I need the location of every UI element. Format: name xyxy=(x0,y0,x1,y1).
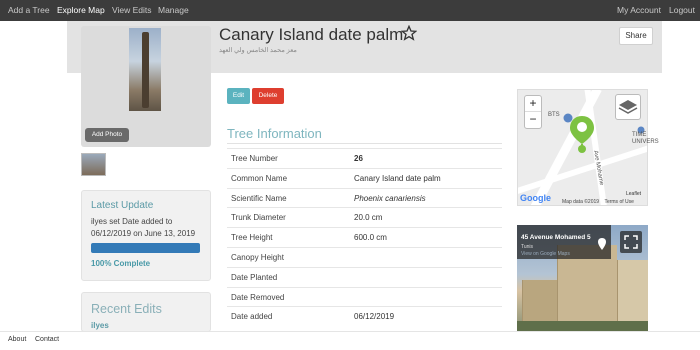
footer xyxy=(0,331,700,350)
row-value: Canary Island date palm xyxy=(354,173,441,183)
add-photo-button[interactable]: Add Photo xyxy=(85,128,129,142)
street-view-link[interactable]: View on Google Maps xyxy=(521,251,570,257)
row-value: 26 xyxy=(354,154,363,163)
row-label: Date added xyxy=(231,312,273,322)
leaflet-attribution[interactable]: Leaflet xyxy=(626,191,641,197)
map-zoom-control: + − xyxy=(524,95,542,129)
footer-contact-link[interactable]: Contact xyxy=(35,336,59,343)
row-label: Tree Number xyxy=(231,154,278,163)
row-label: Common Name xyxy=(231,173,288,183)
nav-view-edits[interactable]: View Edits xyxy=(112,0,152,21)
row-value: 06/12/2019 xyxy=(354,312,395,322)
table-row: Common Name Canary Island date palm xyxy=(227,167,502,188)
table-row: Scientific Name Phoenix canariensis xyxy=(227,187,502,208)
delete-button[interactable]: Delete xyxy=(252,88,284,104)
footer-about-link[interactable]: About xyxy=(8,336,26,343)
nav-explore-map[interactable]: Explore Map xyxy=(57,0,105,21)
zoom-in-button[interactable]: + xyxy=(525,96,541,112)
table-row: Date added 06/12/2019 xyxy=(227,306,502,326)
nav-manage[interactable]: Manage xyxy=(158,0,189,21)
table-row: Tree Height 600.0 cm xyxy=(227,227,502,247)
tree-info-title: Tree Information xyxy=(227,126,322,141)
nav-add-tree[interactable]: Add a Tree xyxy=(8,0,50,21)
page-title: Canary Island date palm xyxy=(219,25,404,44)
star-outline-icon[interactable] xyxy=(401,25,417,41)
layers-icon xyxy=(618,100,638,114)
row-value: Phoenix canariensis xyxy=(354,193,426,203)
table-row: Tree Number 26 xyxy=(227,148,502,168)
tree-photo-trunk xyxy=(142,32,149,108)
map-poi-time: TIME UNIVERS xyxy=(632,132,659,145)
row-label: Canopy Height xyxy=(231,253,284,262)
tree-location-marker-icon[interactable] xyxy=(568,114,596,154)
page-subtitle: معز محمد الخامس ولي العهد xyxy=(219,47,297,54)
map-attribution: Map data ©2019 Terms of Use xyxy=(562,199,634,205)
row-label: Date Removed xyxy=(231,292,285,302)
nav-my-account[interactable]: My Account xyxy=(617,0,661,21)
edit-button[interactable]: Edit xyxy=(227,88,250,104)
share-button[interactable]: Share xyxy=(619,27,653,45)
top-navbar: Add a Tree Explore Map View Edits Manage… xyxy=(0,0,700,21)
progress-fill xyxy=(91,243,200,253)
table-row: Trunk Diameter 20.0 cm xyxy=(227,207,502,227)
table-row: Canopy Height xyxy=(227,247,502,267)
row-label: Trunk Diameter xyxy=(231,213,286,223)
street-view-city: Tunis xyxy=(521,244,534,250)
location-pin-icon xyxy=(598,238,606,250)
photo-thumbnail[interactable] xyxy=(81,153,106,176)
latest-update-text: ilyes set Date added to 06/12/2019 on Ju… xyxy=(91,217,196,238)
map-layers-button[interactable] xyxy=(615,94,641,120)
table-row: Date Planted xyxy=(227,266,502,287)
row-value: 600.0 cm xyxy=(354,233,387,243)
table-row: Date Removed xyxy=(227,286,502,307)
latest-update-title: Latest Update xyxy=(91,200,154,211)
terms-link[interactable]: Terms of Use xyxy=(604,199,633,205)
zoom-out-button[interactable]: − xyxy=(525,112,541,128)
recent-edit-user[interactable]: ilyes xyxy=(91,321,109,330)
expand-icon xyxy=(624,235,638,249)
recent-edits-title: Recent Edits xyxy=(91,302,162,316)
google-logo: Google xyxy=(520,193,551,203)
progress-bar xyxy=(91,243,200,253)
row-label: Tree Height xyxy=(231,233,273,243)
divider xyxy=(227,143,502,144)
street-view-address: 45 Avenue Mohamed 5 xyxy=(521,234,591,241)
row-value: 20.0 cm xyxy=(354,213,383,223)
map-poi-bts: BTS xyxy=(548,112,560,118)
map-data-credit: Map data ©2019 xyxy=(562,199,600,205)
progress-label: 100% Complete xyxy=(91,259,151,268)
fullscreen-button[interactable] xyxy=(620,231,642,253)
row-label: Scientific Name xyxy=(231,193,287,203)
nav-logout[interactable]: Logout xyxy=(669,0,695,21)
row-label: Date Planted xyxy=(231,272,278,282)
